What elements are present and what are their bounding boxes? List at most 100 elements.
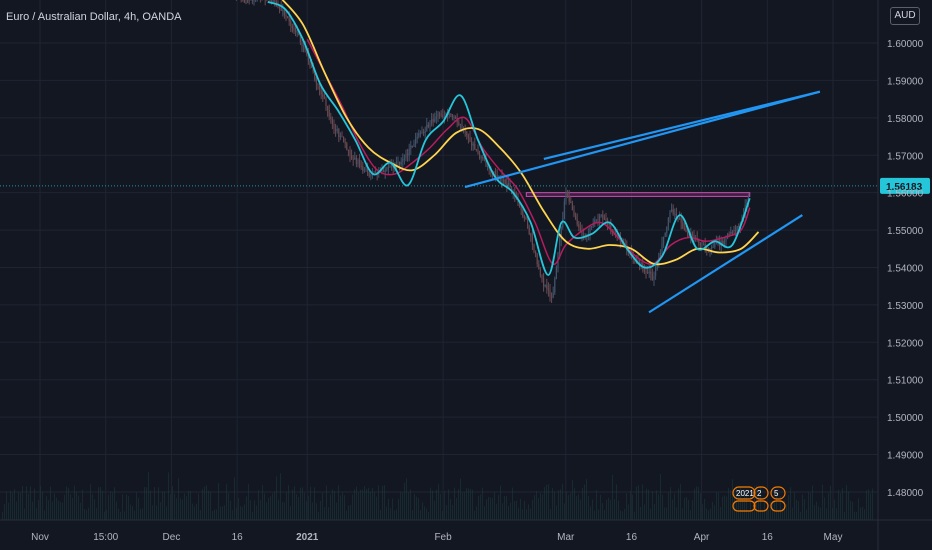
volume-bar	[220, 506, 221, 520]
candle-body	[274, 0, 276, 2]
candle-body	[278, 7, 281, 9]
volume-bar	[160, 502, 161, 520]
volume-bar	[554, 491, 555, 520]
volume-bar	[190, 490, 191, 520]
x-tick-label: Nov	[31, 532, 49, 543]
volume-bar	[542, 494, 543, 520]
resistance-zone-box	[525, 192, 751, 197]
candle-body	[520, 206, 522, 211]
candle-body	[723, 240, 725, 245]
volume-bar	[94, 499, 95, 520]
volume-bar	[494, 492, 495, 520]
candle-body	[648, 271, 650, 274]
volume-bar	[826, 508, 827, 520]
currency-badge[interactable]: AUD	[890, 7, 920, 25]
volume-bar	[654, 503, 655, 520]
volume-bar	[112, 492, 113, 520]
volume-bar	[120, 511, 121, 520]
volume-bar	[286, 492, 287, 520]
y-tick-label: 1.57000	[887, 151, 924, 162]
volume-bar	[340, 495, 341, 520]
volume-bar	[132, 506, 133, 520]
volume-bar	[80, 502, 81, 520]
candle-body	[677, 218, 679, 220]
volume-bar	[818, 506, 819, 520]
candle-body	[731, 231, 733, 234]
candle-body	[550, 296, 553, 298]
volume-bar	[260, 499, 261, 520]
volume-bar	[842, 488, 843, 520]
volume-bar	[534, 494, 535, 520]
volume-bar	[290, 506, 291, 520]
volume-bar	[742, 498, 743, 520]
volume-bar	[338, 485, 339, 520]
candle-body	[354, 157, 356, 159]
volume-bar	[798, 501, 799, 520]
volume-bar	[214, 509, 215, 520]
volume-bar	[548, 484, 549, 520]
candle-body	[432, 119, 434, 122]
volume-bar	[562, 483, 563, 520]
volume-bar	[188, 490, 189, 520]
volume-bar	[814, 505, 815, 520]
volume-bar	[42, 491, 43, 520]
volume-bar	[34, 488, 35, 520]
candle-body	[325, 98, 327, 106]
volume-bar	[242, 507, 243, 520]
volume-bar	[482, 487, 483, 520]
volume-bar	[646, 488, 647, 520]
event-badge[interactable]: 5	[770, 486, 786, 512]
volume-bar	[572, 480, 573, 520]
candle-body	[403, 158, 405, 160]
volume-bar	[30, 486, 31, 520]
volume-bar	[598, 509, 599, 520]
chart-container[interactable]: 1.56183 1.60000 1.59000 1.58000 1.57000 1.56…	[0, 0, 932, 550]
volume-bar	[204, 486, 205, 520]
candle-body	[472, 143, 474, 146]
volume-bar	[698, 487, 699, 520]
volume-bar	[392, 498, 393, 520]
volume-bar	[218, 483, 219, 520]
candle-body	[398, 161, 401, 165]
volume-bar	[860, 507, 861, 520]
candle-body	[291, 25, 293, 28]
volume-bar	[18, 492, 19, 520]
price-chart[interactable]: 1.56183 1.60000 1.59000 1.58000 1.57000 1.56…	[0, 0, 932, 550]
candle-body	[408, 149, 410, 156]
candle-body	[534, 251, 537, 255]
volume-bar	[506, 496, 507, 520]
volume-bar	[664, 507, 665, 520]
volume-bar	[684, 497, 685, 520]
y-tick-label: 1.58000	[887, 114, 924, 125]
volume-bar	[326, 485, 327, 520]
candle-body	[466, 131, 468, 136]
candle-body	[344, 142, 346, 144]
volume-bar	[174, 493, 175, 520]
volume-bar	[90, 484, 91, 520]
trendline	[543, 90, 821, 161]
candle-body	[683, 228, 685, 230]
volume-bar	[822, 484, 823, 520]
volume-bar	[46, 496, 47, 520]
volume-bar	[304, 492, 305, 520]
candle-body	[566, 191, 569, 196]
volume-bar	[322, 492, 323, 520]
volume-bar	[838, 489, 839, 520]
volume-bar	[616, 484, 617, 520]
volume-bar	[544, 487, 545, 520]
candle-body	[686, 232, 689, 235]
candle-body	[486, 166, 489, 168]
volume-bar	[50, 486, 51, 520]
volume-bar	[748, 511, 749, 520]
volume-bar	[246, 496, 247, 520]
candle-body	[453, 116, 455, 118]
volume-bar	[588, 496, 589, 520]
volume-bar	[778, 510, 779, 520]
candle-body	[475, 149, 477, 151]
candle-body	[360, 165, 362, 167]
volume-bar	[490, 497, 491, 520]
last-price-line: 1.56183	[0, 177, 930, 194]
volume-bar	[638, 485, 639, 520]
volume-bar	[602, 503, 603, 520]
y-tick-label: 1.53000	[887, 301, 924, 312]
